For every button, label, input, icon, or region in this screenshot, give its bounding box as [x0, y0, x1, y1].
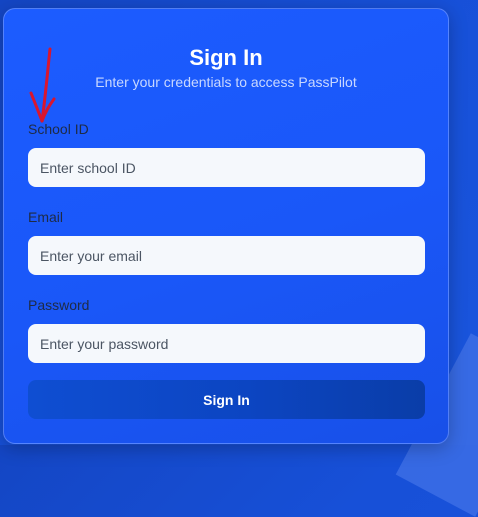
signin-card: Sign In Enter your credentials to access… [3, 8, 449, 444]
password-label: Password [28, 297, 90, 313]
down-arrow-icon [29, 47, 56, 123]
school-id-input[interactable] [28, 148, 425, 187]
email-label: Email [28, 209, 64, 225]
email-input[interactable] [28, 236, 425, 275]
page-title: Sign In [189, 45, 263, 70]
page-subtitle: Enter your credentials to access PassPil… [95, 74, 357, 90]
sign-in-button[interactable]: Sign In [28, 380, 425, 419]
password-input[interactable] [28, 324, 425, 363]
